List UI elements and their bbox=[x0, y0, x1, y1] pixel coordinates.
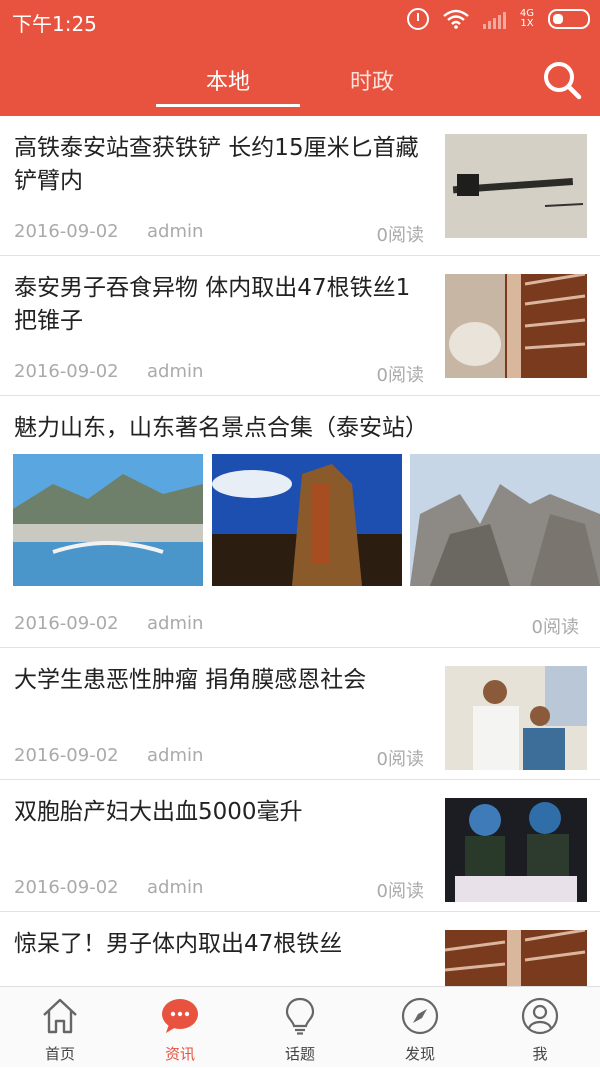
user-icon bbox=[521, 997, 559, 1035]
status-bar: 下午1:25 4G 1X bbox=[0, 0, 600, 42]
xray-photo bbox=[445, 930, 587, 986]
mountain-rocks-photo bbox=[410, 454, 600, 586]
home-icon bbox=[43, 998, 77, 1034]
news-title: 惊呆了！男子体内取出47根铁丝 bbox=[14, 931, 343, 957]
tab-news-label: 资讯 bbox=[164, 1045, 195, 1063]
chat-bubble-icon bbox=[162, 999, 198, 1033]
news-meta: 2016-09-02 admin 0阅读 bbox=[14, 613, 600, 638]
bottom-tab-bar: 首页 资讯 话题 发现 我 bbox=[0, 986, 600, 1067]
signal-icon bbox=[482, 9, 506, 29]
news-title: 双胞胎产妇大出血5000毫升 bbox=[14, 799, 303, 825]
news-author: admin bbox=[147, 361, 204, 382]
news-author: admin bbox=[147, 745, 204, 766]
carved-rock-photo bbox=[212, 454, 402, 586]
city-lake-photo bbox=[13, 454, 203, 586]
tab-topics[interactable]: 话题 bbox=[240, 987, 360, 1068]
news-feed: 高铁泰安站查获铁铲 长约15厘米匕首藏铲臂内 2016-09-02 admin … bbox=[0, 116, 600, 986]
wifi-icon bbox=[443, 9, 469, 29]
top-header: 本地 时政 bbox=[0, 42, 600, 116]
news-author: admin bbox=[147, 613, 204, 634]
news-date: 2016-09-02 bbox=[14, 361, 119, 382]
news-reads: 0阅读 bbox=[531, 617, 579, 638]
tab-me[interactable]: 我 bbox=[480, 987, 600, 1068]
tab-discover[interactable]: 发现 bbox=[360, 987, 480, 1068]
news-item[interactable]: 高铁泰安站查获铁铲 长约15厘米匕首藏铲臂内 2016-09-02 admin … bbox=[0, 116, 600, 256]
news-reads: 0阅读 bbox=[376, 881, 424, 902]
news-title: 高铁泰安站查获铁铲 长约15厘米匕首藏铲臂内 bbox=[14, 135, 419, 194]
news-title: 泰安男子吞食异物 体内取出47根铁丝1把锥子 bbox=[14, 275, 411, 334]
news-author: admin bbox=[147, 221, 204, 242]
news-item[interactable]: 惊呆了！男子体内取出47根铁丝 bbox=[0, 912, 600, 986]
lightbulb-icon bbox=[285, 997, 315, 1035]
news-date: 2016-09-02 bbox=[14, 745, 119, 766]
news-item[interactable]: 大学生患恶性肿瘤 捐角膜感恩社会 2016-09-02 admin 0阅读 bbox=[0, 648, 600, 780]
tab-politics[interactable]: 时政 bbox=[300, 64, 444, 96]
news-item-gallery[interactable]: 魅力山东，山东著名景点合集（泰安站） 2016-09-02 admin 0阅读 bbox=[0, 396, 600, 648]
network-type: 4G 1X bbox=[519, 8, 534, 29]
shovel-photo bbox=[445, 134, 587, 238]
status-icons: 4G 1X bbox=[406, 8, 590, 30]
tab-topics-label: 话题 bbox=[284, 1045, 315, 1063]
status-time: 下午1:25 bbox=[12, 12, 97, 36]
news-title: 魅力山东，山东著名景点合集（泰安站） bbox=[14, 415, 428, 441]
tab-news[interactable]: 资讯 bbox=[120, 987, 240, 1068]
active-tab-indicator bbox=[156, 104, 300, 107]
news-reads: 0阅读 bbox=[376, 365, 424, 386]
tab-discover-label: 发现 bbox=[404, 1045, 435, 1063]
search-icon[interactable] bbox=[542, 60, 582, 100]
tab-local[interactable]: 本地 bbox=[156, 64, 300, 96]
xray-photo bbox=[445, 274, 587, 378]
tab-home[interactable]: 首页 bbox=[0, 987, 120, 1068]
people-photo bbox=[445, 666, 587, 770]
news-author: admin bbox=[147, 877, 204, 898]
news-title: 大学生患恶性肿瘤 捐角膜感恩社会 bbox=[14, 667, 367, 693]
news-date: 2016-09-02 bbox=[14, 613, 119, 634]
news-item[interactable]: 泰安男子吞食异物 体内取出47根铁丝1把锥子 2016-09-02 admin … bbox=[0, 256, 600, 396]
hospital-photo bbox=[445, 798, 587, 902]
news-reads: 0阅读 bbox=[376, 749, 424, 770]
alarm-icon bbox=[406, 8, 429, 30]
news-date: 2016-09-02 bbox=[14, 221, 119, 242]
tab-home-label: 首页 bbox=[44, 1045, 75, 1063]
news-reads: 0阅读 bbox=[376, 225, 424, 246]
compass-icon bbox=[401, 997, 439, 1035]
news-item[interactable]: 双胞胎产妇大出血5000毫升 2016-09-02 admin 0阅读 bbox=[0, 780, 600, 912]
news-date: 2016-09-02 bbox=[14, 877, 119, 898]
battery-icon bbox=[548, 9, 590, 29]
tab-me-label: 我 bbox=[532, 1045, 548, 1063]
